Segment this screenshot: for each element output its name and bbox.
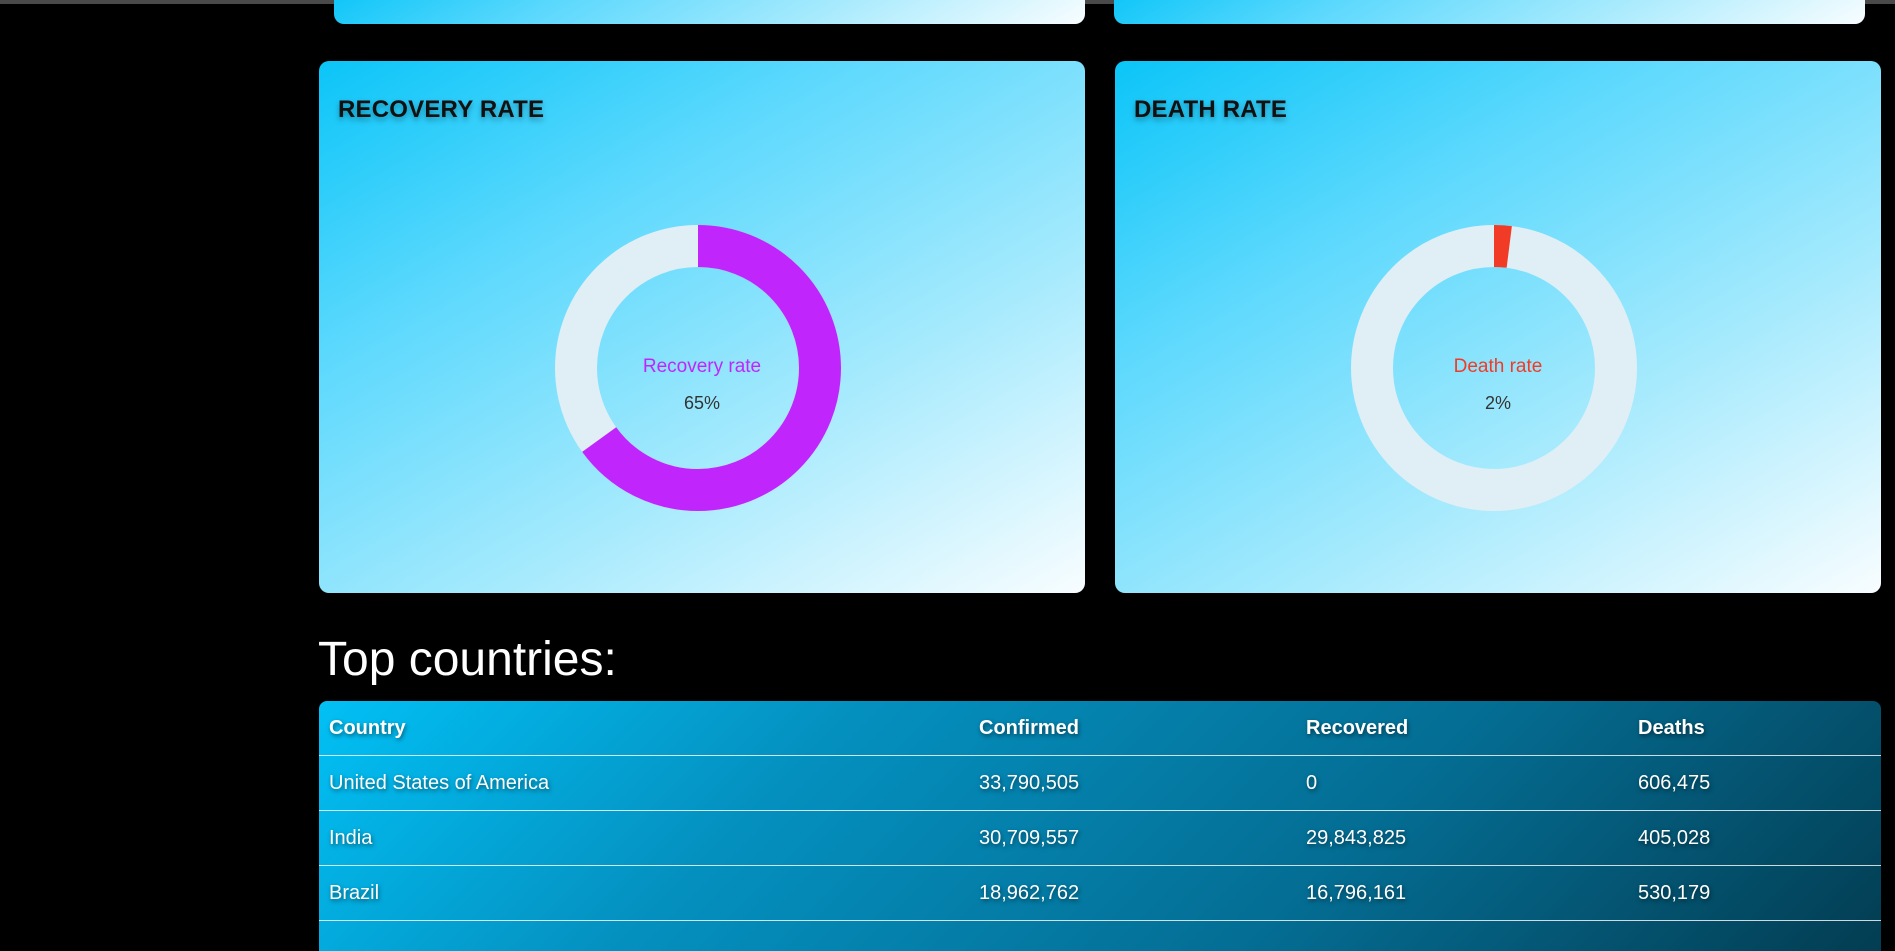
top-countries-table: Country Confirmed Recovered Deaths Unite… xyxy=(319,701,1881,951)
death-rate-value: 2% xyxy=(1484,393,1511,413)
cell-deaths: 606,475 xyxy=(1638,772,1711,794)
table-row: India 30,709,557 29,843,825 405,028 xyxy=(319,811,1881,866)
death-rate-title: DEATH RATE xyxy=(1134,96,1288,123)
table-row: United States of America 33,790,505 0 60… xyxy=(319,756,1881,811)
cell-recovered: 16,796,161 xyxy=(1306,882,1407,904)
header-country: Country xyxy=(329,717,406,739)
death-rate-label: Death rate xyxy=(1453,356,1543,377)
cell-country: United States of America xyxy=(329,772,550,794)
recovery-rate-title: RECOVERY RATE xyxy=(338,96,545,123)
header-recovered: Recovered xyxy=(1306,717,1409,739)
card-top-left-partial xyxy=(334,0,1085,24)
table-header-row: Country Confirmed Recovered Deaths xyxy=(319,701,1881,756)
cell-confirmed: 18,962,762 xyxy=(979,882,1080,904)
card-top-right-partial xyxy=(1114,0,1865,24)
recovery-rate-label: Recovery rate xyxy=(642,356,762,377)
top-countries-heading: Top countries: xyxy=(318,633,617,686)
header-deaths: Deaths xyxy=(1638,717,1705,739)
cell-confirmed: 33,790,505 xyxy=(979,772,1080,794)
cell-confirmed: 30,709,557 xyxy=(979,827,1080,849)
recovery-rate-card: RECOVERY RATE Recovery rate 65% xyxy=(319,61,1085,593)
recovery-rate-value: 65% xyxy=(683,393,721,413)
death-rate-card: DEATH RATE Death rate 2% xyxy=(1115,61,1881,593)
table-row: Brazil 18,962,762 16,796,161 530,179 xyxy=(319,866,1881,921)
cell-deaths: 530,179 xyxy=(1638,882,1711,904)
cell-recovered: 0 xyxy=(1306,772,1318,794)
header-confirmed: Confirmed xyxy=(979,717,1079,739)
cell-country: India xyxy=(329,827,373,849)
cell-deaths: 405,028 xyxy=(1638,827,1711,849)
cell-country: Brazil xyxy=(329,882,380,904)
cell-recovered: 29,843,825 xyxy=(1306,827,1407,849)
